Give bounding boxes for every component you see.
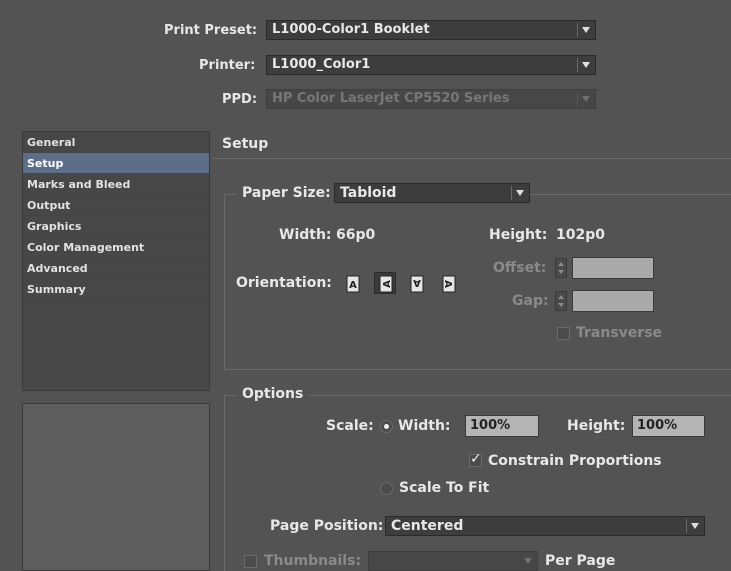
scale-label: Scale:: [326, 418, 374, 434]
offset-label: Offset:: [493, 260, 547, 276]
print-preset-label: Print Preset:: [164, 23, 258, 38]
sidebar-item-marks-and-bleed[interactable]: Marks and Bleed: [23, 174, 209, 195]
print-preset-value: L1000-Color1 Booklet: [272, 22, 430, 37]
paper-width-label: Width:: [279, 227, 332, 243]
sidebar-item-advanced[interactable]: Advanced: [23, 258, 209, 279]
chevron-down-icon: [582, 96, 590, 102]
dropdown-separator: [686, 519, 687, 533]
thumbnails-dropdown: [368, 551, 538, 571]
transverse-label: Transverse: [576, 325, 663, 341]
printer-dropdown[interactable]: L1000_Color1: [266, 55, 596, 75]
sidebar-item-setup[interactable]: Setup: [23, 153, 209, 174]
paper-group-bottom: [224, 369, 731, 370]
dropdown-separator: [577, 58, 578, 72]
svg-text:A: A: [349, 280, 357, 291]
section-divider: [212, 158, 731, 159]
dropdown-separator: [511, 186, 512, 200]
options-group-label: Options: [236, 386, 310, 402]
portrait-icon[interactable]: A: [342, 273, 364, 295]
scale-height-label: Height:: [567, 418, 626, 434]
svg-text:A: A: [442, 280, 453, 288]
scale-height-input[interactable]: 100%: [632, 415, 705, 437]
scale-to-fit-label: Scale To Fit: [399, 480, 490, 496]
page-position-dropdown[interactable]: Centered: [385, 516, 705, 536]
scale-width-label: Width:: [398, 418, 451, 434]
constrain-proportions-checkbox[interactable]: [469, 451, 482, 467]
sidebar-item-graphics[interactable]: Graphics: [23, 216, 209, 237]
chevron-down-icon: [691, 523, 699, 529]
printer-label: Printer:: [199, 58, 256, 73]
chevron-down-icon: [582, 62, 590, 68]
svg-text:A: A: [382, 280, 393, 288]
print-preset-dropdown[interactable]: L1000-Color1 Booklet: [266, 20, 596, 40]
scale-to-fit-radio[interactable]: [380, 482, 393, 495]
per-page-label: Per Page: [545, 553, 616, 569]
ppd-value: HP Color LaserJet CP5520 Series: [272, 91, 510, 106]
gap-field: [572, 290, 654, 312]
thumbnails-checkbox: [244, 555, 257, 568]
section-title: Setup: [222, 136, 269, 152]
page-position-value: Centered: [391, 518, 464, 534]
page-preview: [22, 403, 210, 571]
page-position-label: Page Position:: [270, 518, 384, 534]
printer-value: L1000_Color1: [272, 57, 371, 72]
offset-field: [572, 257, 654, 279]
chevron-down-icon: [524, 558, 532, 564]
orientation-label: Orientation:: [236, 275, 332, 291]
ppd-dropdown: HP Color LaserJet CP5520 Series: [266, 89, 596, 109]
gap-stepper: [555, 291, 567, 311]
chevron-down-icon: [516, 190, 524, 196]
chevron-down-icon: [582, 27, 590, 33]
sidebar-item-general[interactable]: General: [23, 132, 209, 153]
transverse-checkbox: [557, 327, 570, 340]
dropdown-separator: [577, 23, 578, 37]
offset-stepper: [555, 258, 567, 278]
landscape-icon[interactable]: A: [374, 272, 396, 294]
sidebar-item-color-management[interactable]: Color Management: [23, 237, 209, 258]
sidebar-item-output[interactable]: Output: [23, 195, 209, 216]
dropdown-separator: [577, 92, 578, 106]
reverse-landscape-icon[interactable]: A: [438, 273, 460, 295]
gap-label: Gap:: [512, 293, 549, 309]
reverse-portrait-icon[interactable]: A: [406, 273, 428, 295]
paper-size-label: Paper Size:: [236, 185, 337, 201]
paper-size-value: Tabloid: [340, 185, 397, 201]
constrain-proportions-label: Constrain Proportions: [488, 453, 662, 469]
sidebar-item-summary[interactable]: Summary: [23, 279, 209, 300]
scale-width-radio[interactable]: [380, 420, 393, 433]
ppd-label: PPD:: [222, 92, 258, 107]
thumbnails-label: Thumbnails:: [264, 553, 362, 569]
svg-text:A: A: [413, 277, 421, 288]
paper-height-label: Height:: [489, 227, 548, 243]
paper-width-value: 66p0: [336, 227, 376, 243]
paper-height-value: 102p0: [556, 227, 605, 243]
scale-width-input[interactable]: 100%: [465, 415, 539, 437]
paper-size-dropdown[interactable]: Tabloid: [334, 183, 530, 203]
category-list[interactable]: General Setup Marks and Bleed Output Gra…: [22, 131, 210, 391]
